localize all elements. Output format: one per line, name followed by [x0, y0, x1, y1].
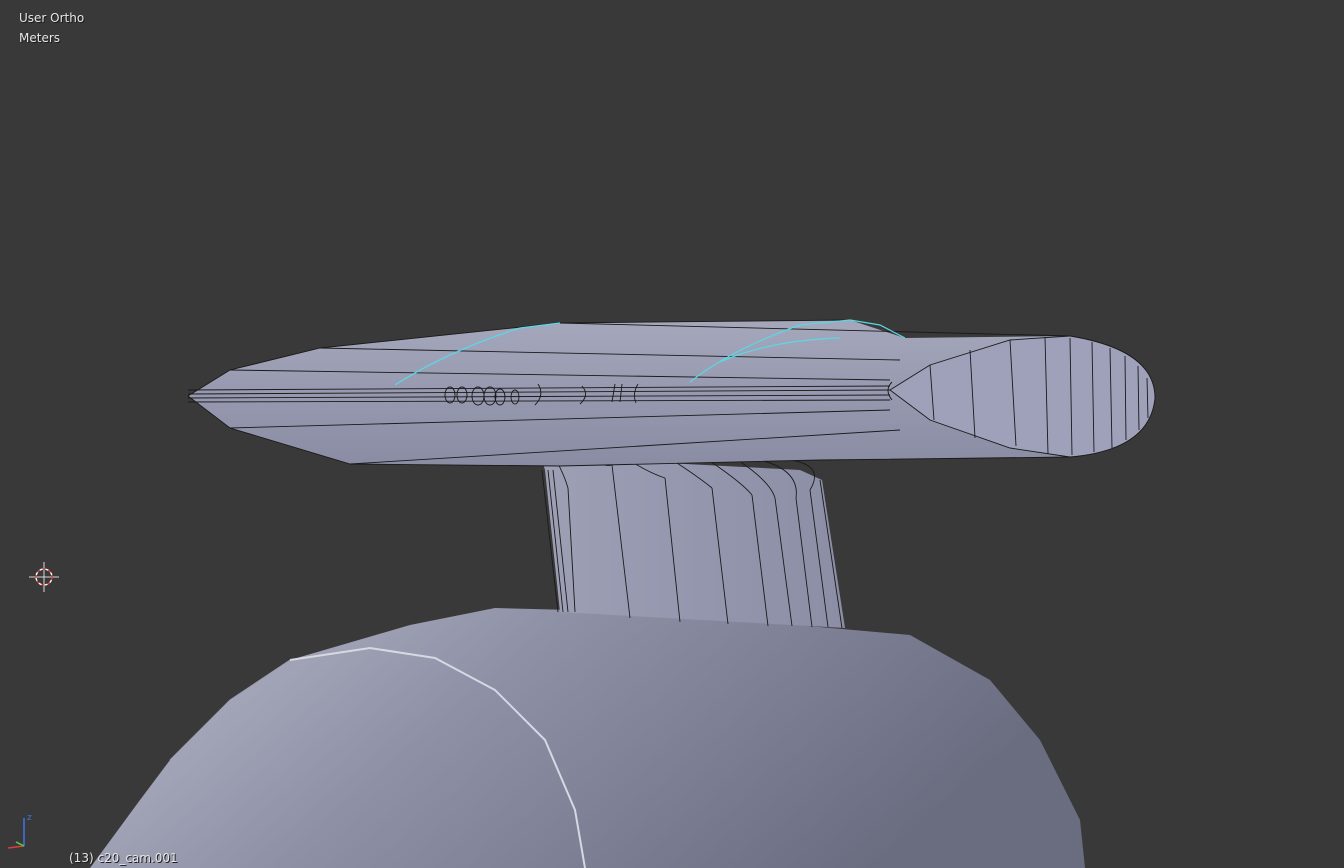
3d-viewport[interactable]: User Ortho Meters (13) c20_cam.001 z [0, 0, 1344, 868]
unit-label: Meters [19, 31, 61, 45]
axis-gizmo-icon: z [7, 813, 32, 849]
body-mesh[interactable] [90, 608, 1085, 868]
view-name-label: User Ortho [19, 11, 85, 25]
svg-text:z: z [27, 813, 32, 823]
object-info-label: (13) c20_cam.001 [69, 851, 178, 865]
3d-cursor-icon[interactable] [29, 562, 59, 592]
bar-mesh[interactable] [187, 319, 1156, 467]
mesh-scene[interactable] [0, 0, 1344, 868]
